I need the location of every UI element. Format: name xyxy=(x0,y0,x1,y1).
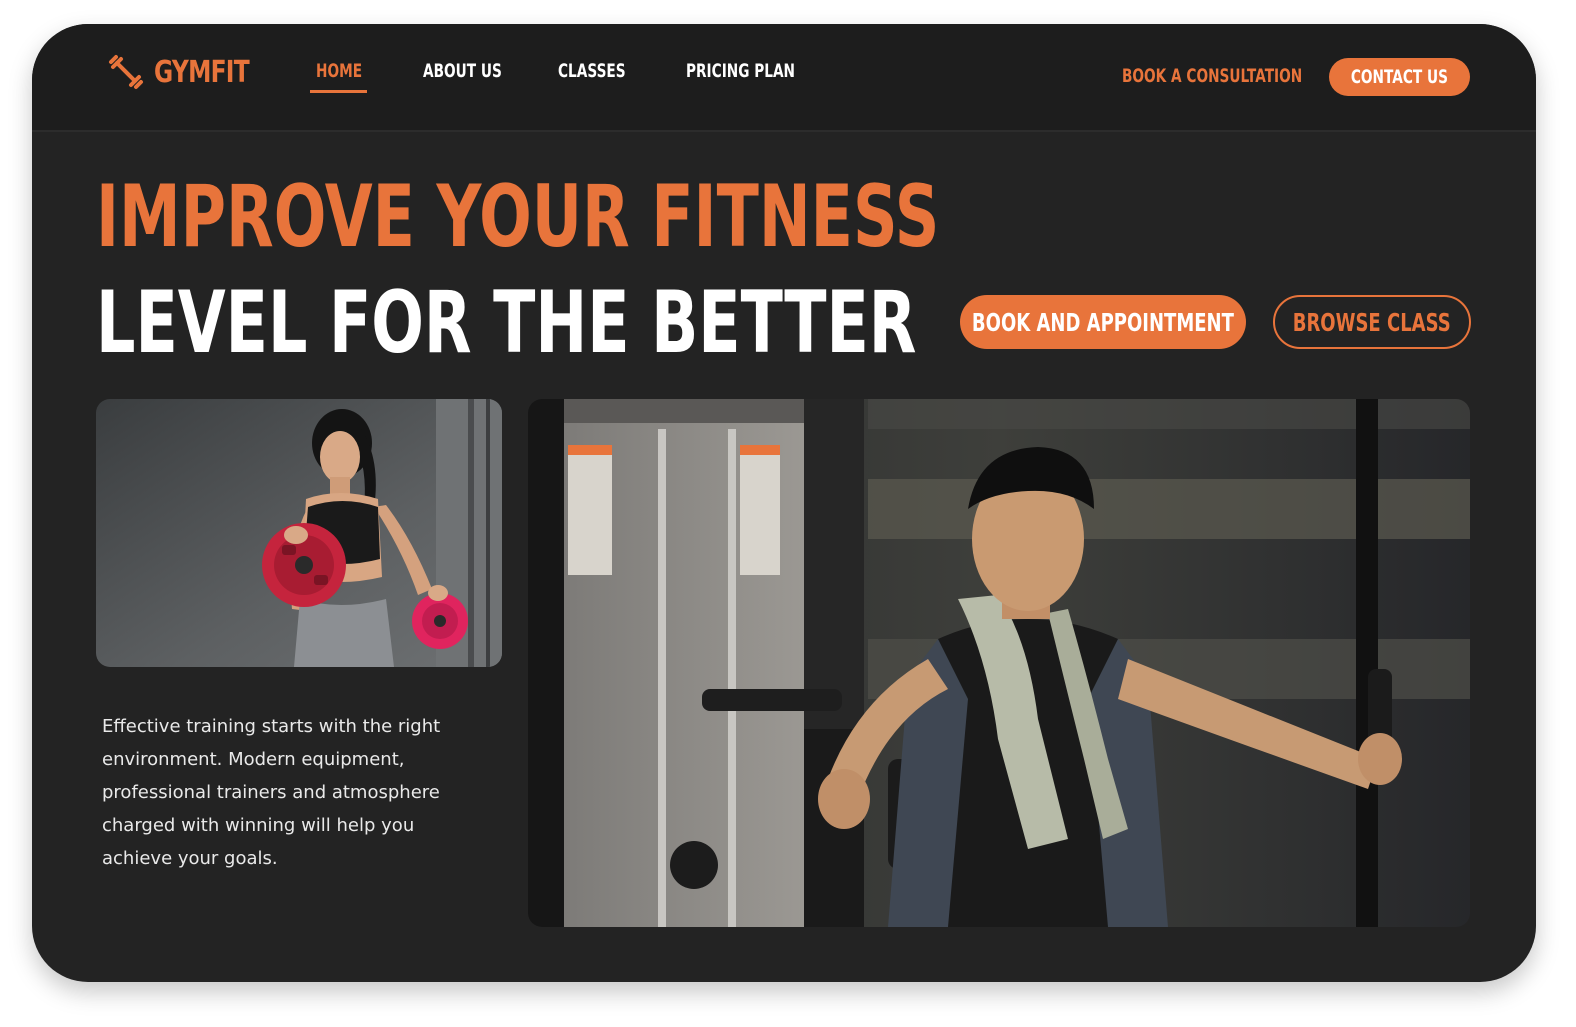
top-navbar: GYMFIT HOME ABOUT US CLASSES PRICING PLA… xyxy=(32,24,1536,132)
contact-us-button[interactable]: CONTACT US xyxy=(1329,58,1470,96)
browser-frame: GYMFIT HOME ABOUT US CLASSES PRICING PLA… xyxy=(32,24,1536,982)
dumbbell-icon xyxy=(109,55,143,89)
contact-us-label: CONTACT US xyxy=(1350,66,1449,88)
hero-headline-line1: IMPROVE YOUR FITNESS xyxy=(96,167,940,267)
book-appointment-label: BOOK AND APPOINTMENT xyxy=(972,307,1234,337)
browse-class-label: BROWSE CLASS xyxy=(1293,307,1451,337)
hero-description: Effective training starts with the right… xyxy=(102,716,441,869)
browse-class-button[interactable]: BROWSE CLASS xyxy=(1273,295,1471,349)
nav-link-about-us[interactable]: ABOUT US xyxy=(423,60,502,82)
nav-link-home[interactable]: HOME xyxy=(316,60,362,82)
active-nav-indicator xyxy=(310,90,367,93)
nav-link-classes[interactable]: CLASSES xyxy=(558,60,626,82)
brand-name: GYMFIT xyxy=(154,54,250,90)
woman-with-weights-photo xyxy=(96,399,502,667)
man-chest-fly-photo xyxy=(528,399,1470,927)
nav-link-pricing-plan[interactable]: PRICING PLAN xyxy=(686,60,795,82)
book-appointment-button[interactable]: BOOK AND APPOINTMENT xyxy=(960,295,1246,349)
logo[interactable]: GYMFIT xyxy=(108,54,276,90)
hero-headline-line2: LEVEL FOR THE BETTER xyxy=(96,273,917,373)
book-consultation-link[interactable]: BOOK A CONSULTATION xyxy=(1122,65,1302,87)
